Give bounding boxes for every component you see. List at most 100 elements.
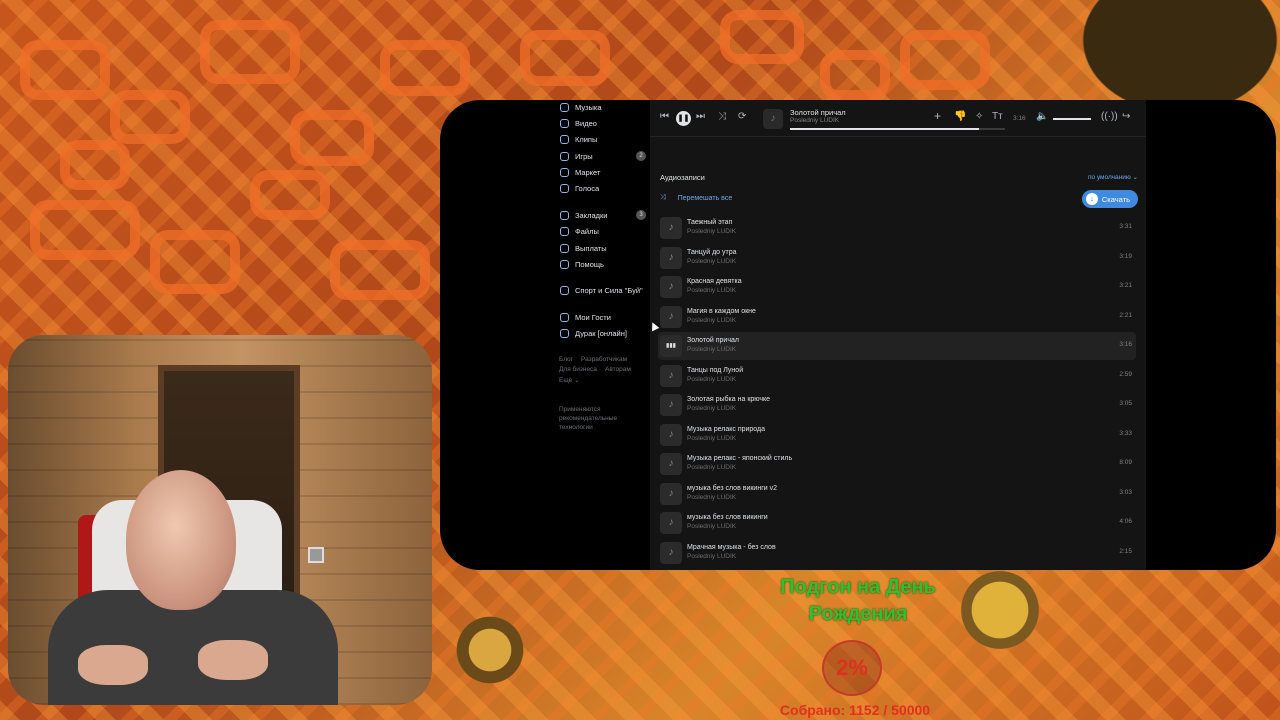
track-duration: 3:33 — [1119, 429, 1132, 437]
sidebar-item[interactable]: Голоса — [560, 180, 599, 196]
repeat-icon[interactable]: ⟳ — [738, 111, 746, 122]
track-duration: 2:59 — [1119, 370, 1132, 378]
track-artist[interactable]: Posledniy LUDIK — [687, 523, 736, 530]
track-artist[interactable]: Posledniy LUDIK — [687, 494, 736, 501]
track-note-icon[interactable]: ♪ — [660, 541, 682, 564]
track-artist[interactable]: Posledniy LUDIK — [687, 553, 736, 560]
volume-slider[interactable] — [1053, 118, 1091, 120]
broadcast-icon[interactable]: ((·)) — [1101, 111, 1118, 122]
track-title: Красная девятка — [687, 278, 742, 285]
track-artist[interactable]: Posledniy LUDIK — [687, 405, 736, 412]
shuffle-all-button[interactable]: ⤨ Перемешать все — [660, 194, 732, 202]
footer-link-more[interactable]: Ещё ⌄ — [559, 376, 580, 384]
footer-link-developers[interactable]: Разработчикам — [581, 356, 627, 363]
app-icon — [560, 312, 569, 322]
sidebar-item[interactable]: Помощь — [560, 256, 604, 272]
pattern-shape — [720, 10, 804, 64]
community-icon — [560, 285, 569, 295]
sidebar-item[interactable]: Спорт и Сила "Буй" — [560, 282, 643, 298]
track-artist[interactable]: Posledniy LUDIK — [687, 435, 736, 442]
track-row[interactable]: ♪ Танцуй до утра Posledniy LUDIK 3:19 — [658, 244, 1136, 272]
track-note-icon[interactable]: ♪ — [660, 364, 682, 387]
pattern-shape — [330, 240, 430, 300]
sparkle-icon[interactable]: ✧ — [975, 111, 983, 122]
pause-button[interactable]: ❚❚ — [676, 111, 691, 126]
track-row[interactable]: ♪ Магия в каждом окне Posledniy LUDIK 2:21 — [658, 303, 1136, 331]
track-row[interactable]: ♪ Таежный этап Posledniy LUDIK 3:31 — [658, 214, 1136, 242]
track-artist[interactable]: Posledniy LUDIK — [687, 287, 736, 294]
sidebar-item[interactable]: Файлы — [560, 223, 599, 239]
pattern-shape — [380, 40, 470, 96]
track-note-icon[interactable]: ♪ — [660, 512, 682, 534]
track-note-icon[interactable]: ♪ — [660, 394, 682, 416]
track-row[interactable]: ♪ Золотая рыбка на крючке Posledniy LUDIK 3… — [658, 391, 1136, 419]
sidebar-item-label: Голоса — [575, 183, 600, 193]
footer-link-blog[interactable]: Блог — [559, 356, 573, 363]
prev-track-icon[interactable]: ⏮ — [660, 111, 669, 122]
track-artist[interactable]: Posledniy LUDIK — [687, 317, 736, 324]
now-playing-artist[interactable]: Posledniy LUDIK — [790, 117, 839, 124]
track-progress-bar[interactable] — [790, 128, 1005, 130]
footer-link-business[interactable]: Для бизнеса — [559, 366, 597, 373]
sidebar-item-label: Музыка — [575, 102, 602, 112]
sidebar-item[interactable]: Дурак [онлайн] — [560, 325, 627, 341]
track-artist[interactable]: Posledniy LUDIK — [687, 228, 736, 235]
sidebar-item-label: Игры — [575, 151, 593, 161]
volume-icon[interactable]: 🔈 — [1036, 111, 1048, 122]
donation-progress-circle: 2% — [822, 640, 882, 696]
track-note-icon[interactable]: ♪ — [660, 305, 682, 328]
track-row[interactable]: ♪ Музыка релакс - японский стиль Posledniy… — [658, 450, 1136, 478]
track-duration: 2:21 — [1119, 311, 1132, 319]
track-note-icon[interactable]: ♪ — [660, 423, 682, 446]
sort-dropdown[interactable]: по умолчанию ⌄ — [1088, 173, 1138, 181]
pattern-shape — [520, 30, 610, 86]
sidebar-item[interactable]: Клипы — [560, 131, 597, 147]
sidebar-item-label: Помощь — [575, 259, 604, 269]
footer-link-authors[interactable]: Авторам — [605, 366, 631, 373]
wall-switch — [308, 547, 324, 563]
sidebar-item[interactable]: Маркет — [560, 164, 600, 180]
track-note-icon[interactable]: ♪ — [660, 276, 682, 298]
track-row[interactable]: ♪ Танцы под Луной Posledniy LUDIK 2:59 — [658, 362, 1136, 390]
now-playing-title[interactable]: Золотой причал — [790, 108, 846, 117]
add-icon[interactable]: + — [934, 109, 941, 123]
share-icon[interactable]: ↪ — [1122, 111, 1130, 122]
recommendation-notice[interactable]: Применяются рекомендательные технологии — [559, 405, 629, 432]
track-artist[interactable]: Posledniy LUDIK — [687, 258, 736, 265]
equalizer-icon[interactable]: ▮▮▮ — [660, 335, 682, 357]
track-row[interactable]: ♪ музыка без слов викинги Posledniy LUDIK 4… — [658, 509, 1136, 537]
sidebar-item-label: Дурак [онлайн] — [575, 328, 627, 338]
track-row[interactable]: ▮▮▮ Золотой причал Posledniy LUDIK 3:16 — [658, 332, 1136, 360]
track-row[interactable]: ♪ Мрачная музыка - без слов Posledniy LUDI… — [658, 539, 1136, 567]
track-row[interactable]: ♪ Красная девятка Posledniy LUDIK 3:21 — [658, 273, 1136, 301]
track-artist[interactable]: Posledniy LUDIK — [687, 464, 736, 471]
pattern-shape — [20, 40, 110, 100]
download-button[interactable]: ↓ Скачать — [1081, 190, 1138, 208]
dislike-icon[interactable]: 👎 — [954, 111, 966, 122]
donation-goal-title: Подгон на День Рождения — [780, 576, 936, 625]
lyrics-icon[interactable]: Tт — [992, 111, 1003, 122]
sidebar-item[interactable]: Выплаты — [560, 240, 607, 256]
track-row[interactable]: ♪ музыка без слов викинги v2 Posledniy LUD… — [658, 480, 1136, 508]
track-title: музыка без слов викинги — [687, 514, 768, 521]
track-note-icon[interactable]: ♪ — [660, 482, 682, 505]
person-head — [126, 470, 236, 610]
track-note-icon[interactable]: ♪ — [660, 217, 682, 239]
track-artist[interactable]: Posledniy LUDIK — [687, 346, 736, 353]
sidebar-item[interactable]: Игры 2 — [560, 148, 646, 164]
sidebar-item[interactable]: Мои Гости — [560, 309, 611, 325]
shuffle-icon[interactable]: ⤨ — [718, 111, 726, 122]
track-artist[interactable]: Posledniy LUDIK — [687, 376, 736, 383]
track-note-icon[interactable]: ♪ — [660, 246, 682, 269]
audio-player-bar: ⏮ ❚❚ ⏭ ⤨ ⟳ ♪ Золотой причал Posledniy LU… — [650, 100, 1146, 137]
sidebar-item[interactable]: Видео — [560, 115, 597, 131]
sidebar-item[interactable]: Закладки 3 — [560, 207, 646, 223]
track-row[interactable]: ♪ Музыка релакс природа Posledniy LUDIK 3:3… — [658, 421, 1136, 449]
track-note-icon[interactable]: ♪ — [660, 453, 682, 475]
track-title: музыка без слов викинги v2 — [687, 484, 777, 492]
pattern-shape — [110, 90, 190, 144]
next-track-icon[interactable]: ⏭ — [696, 111, 705, 122]
games-icon — [560, 151, 569, 161]
sidebar-item[interactable]: Музыка — [560, 100, 602, 115]
track-duration: 3:05 — [1119, 400, 1132, 407]
